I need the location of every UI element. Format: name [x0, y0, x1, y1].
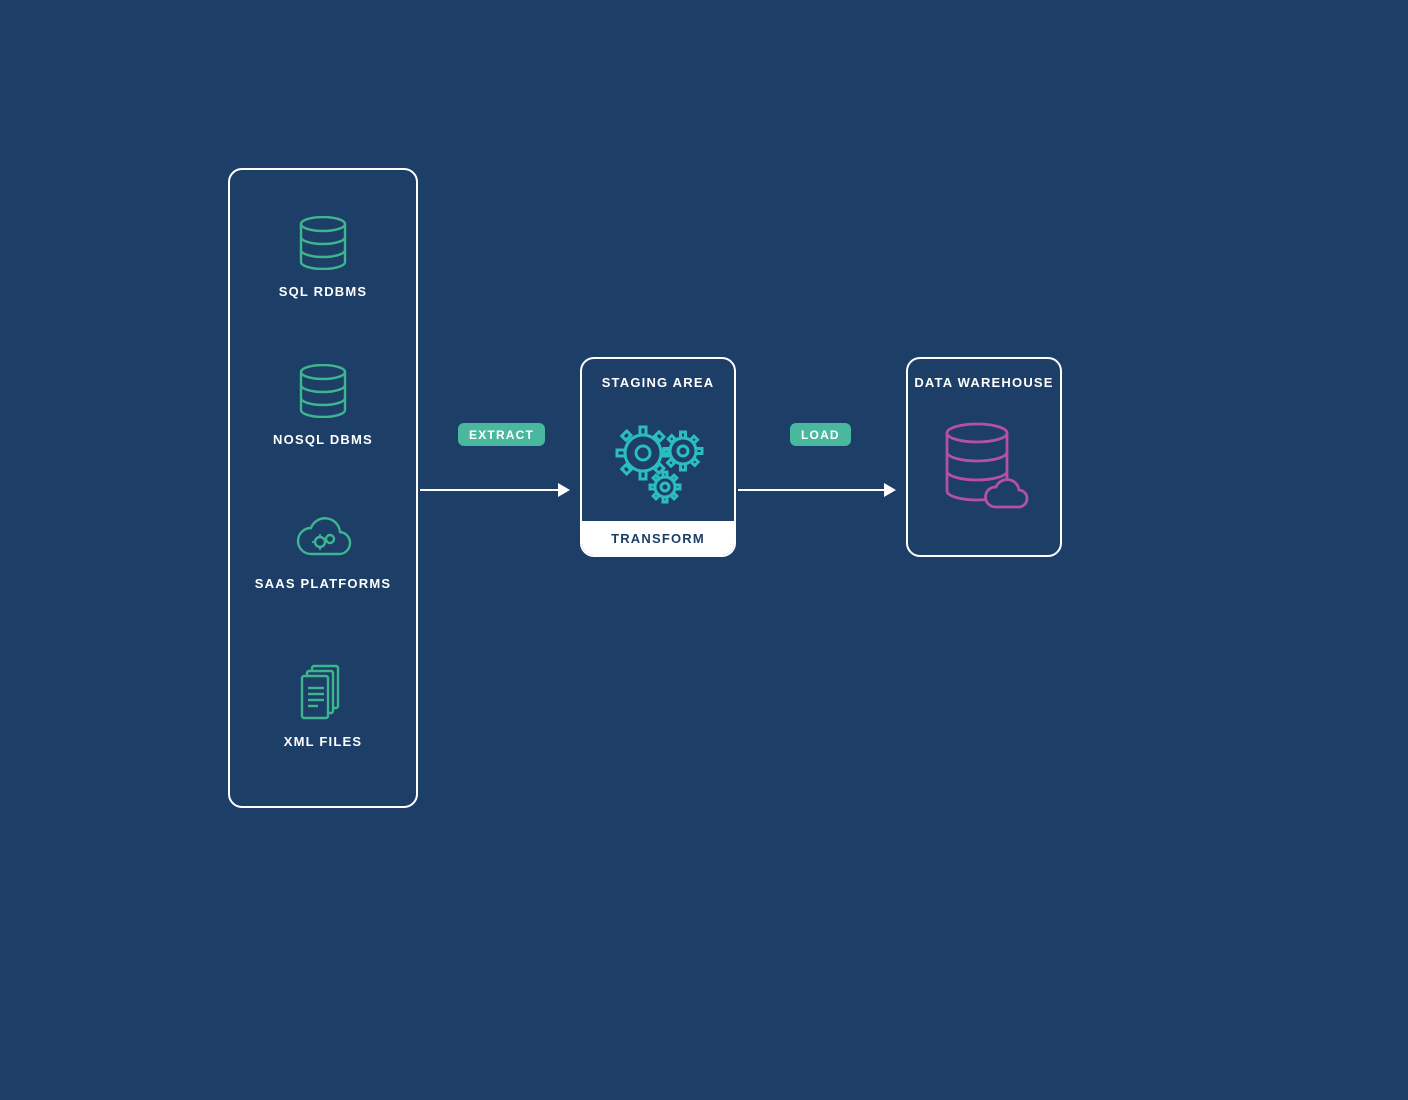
cloud-gears-icon — [294, 514, 352, 562]
source-label: NOSQL DBMS — [273, 432, 373, 447]
database-icon — [298, 364, 348, 418]
warehouse-box: DATA WAREHOUSE — [906, 357, 1062, 557]
etl-diagram: SQL RDBMS NOSQL DBMS — [0, 0, 1408, 1100]
transform-footer: TRANSFORM — [582, 521, 734, 555]
source-label: SAAS PLATFORMS — [255, 576, 391, 591]
staging-title: STAGING AREA — [582, 375, 734, 390]
sources-box: SQL RDBMS NOSQL DBMS — [228, 168, 418, 808]
source-label: SQL RDBMS — [279, 284, 368, 299]
gears-icon — [609, 415, 707, 507]
extract-arrow — [420, 489, 568, 491]
extract-pill: EXTRACT — [458, 423, 545, 446]
source-item-saas: SAAS PLATFORMS — [230, 514, 416, 591]
load-arrow — [738, 489, 894, 491]
load-pill: LOAD — [790, 423, 851, 446]
source-label: XML FILES — [284, 734, 362, 749]
database-cloud-icon — [939, 421, 1029, 517]
warehouse-title: DATA WAREHOUSE — [908, 375, 1060, 390]
files-icon — [296, 662, 350, 720]
source-item-xml: XML FILES — [230, 662, 416, 749]
source-item-nosql: NOSQL DBMS — [230, 364, 416, 447]
source-item-sql: SQL RDBMS — [230, 216, 416, 299]
staging-box: STAGING AREA — [580, 357, 736, 557]
database-icon — [298, 216, 348, 270]
